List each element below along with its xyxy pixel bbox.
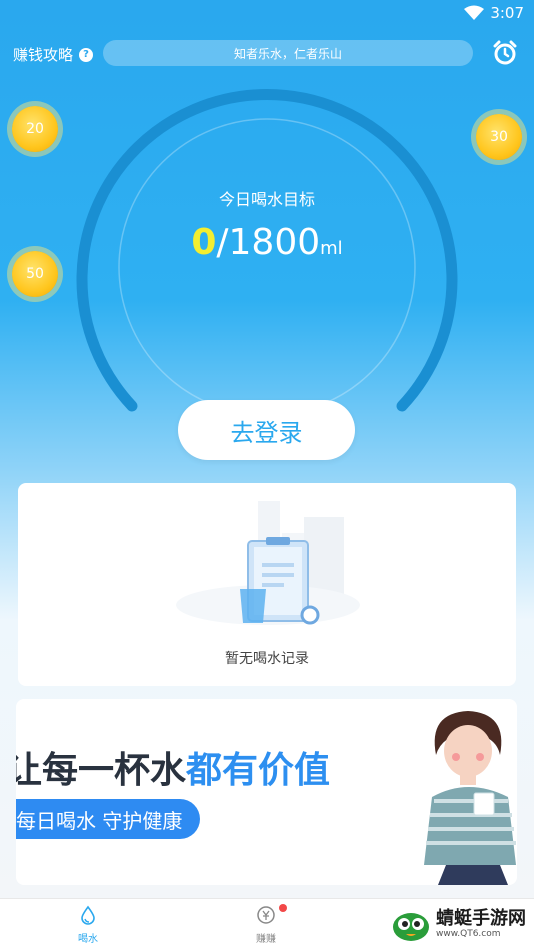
login-button[interactable]: 去登录: [178, 400, 355, 460]
daily-goal-label: 今日喝水目标: [218, 190, 315, 209]
tab-drink-water[interactable]: 喝水: [58, 905, 118, 945]
empty-record-illustration: [176, 501, 360, 625]
tab-label: 喝水: [78, 934, 98, 945]
alarm-clock-icon[interactable]: [492, 40, 518, 66]
status-time: 3:07: [490, 4, 524, 22]
drink-record-card: 暂无喝水记录: [18, 483, 516, 686]
girl-drinking-illustration: [424, 711, 516, 885]
watermark-name: 蜻蜓手游网: [436, 908, 526, 929]
coin-reward-20[interactable]: 20: [12, 106, 58, 152]
current-intake: 0: [191, 222, 217, 263]
banner-title: 让每一杯水都有价值: [16, 741, 330, 793]
watermark: 蜻蜓手游网 www.QT6.com: [390, 905, 526, 943]
help-icon[interactable]: ?: [79, 47, 94, 62]
banner-subtitle: 每日喝水 守护健康: [16, 799, 201, 839]
motto-banner: 知者乐水，仁者乐山: [103, 40, 473, 66]
earn-guide-link[interactable]: 赚钱攻略 ?: [13, 44, 94, 65]
yuan-coin-icon: [257, 906, 275, 924]
watermark-url: www.QT6.com: [436, 929, 501, 939]
banner-title-highlight: 都有价值: [186, 750, 331, 791]
goal-separator: /: [216, 222, 229, 263]
notification-dot: [279, 904, 287, 912]
empty-record-text: 暂无喝水记录: [225, 651, 309, 667]
banner-title-part: 让: [16, 750, 43, 791]
daily-goal-value: 0/1800ml: [0, 222, 534, 263]
coin-reward-30[interactable]: 30: [476, 114, 522, 160]
dragonfly-logo-icon: [393, 913, 429, 941]
status-bar: 3:07: [0, 0, 534, 28]
wifi-icon: [464, 5, 484, 20]
banner-title-part: 每一杯水: [42, 750, 187, 791]
tab-label: 赚赚: [256, 934, 276, 945]
water-drop-icon: [81, 905, 95, 925]
earn-guide-label: 赚钱攻略: [13, 46, 74, 64]
tab-earn[interactable]: 赚赚: [236, 905, 296, 945]
intake-unit: ml: [320, 238, 343, 259]
promo-banner[interactable]: 让每一杯水都有价值 每日喝水 守护健康: [16, 699, 517, 885]
target-intake: 1800: [228, 222, 321, 263]
